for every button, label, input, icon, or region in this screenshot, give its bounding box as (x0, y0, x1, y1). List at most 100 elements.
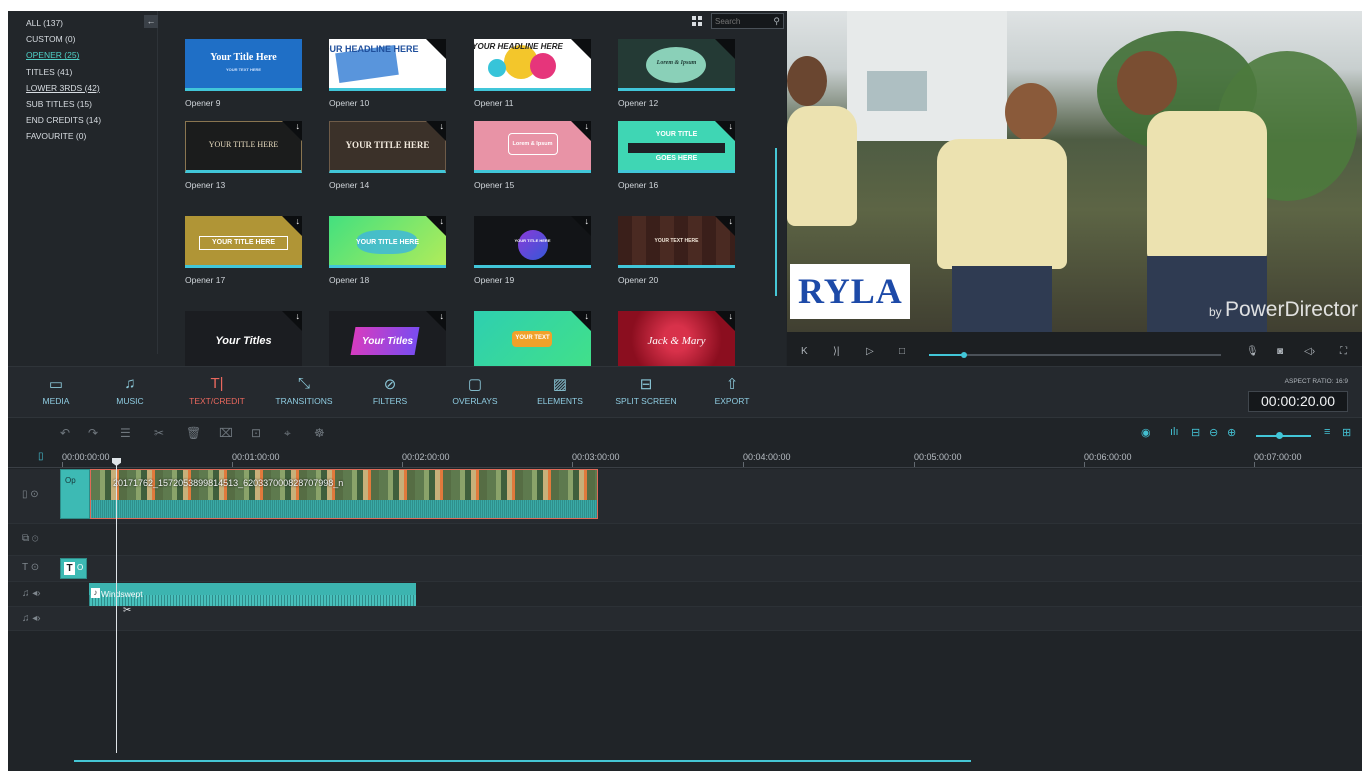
transitions-icon: ⤡ (297, 375, 310, 392)
tab-transitions[interactable]: ⤡ TRANSITIONS (270, 367, 338, 417)
audio-clip[interactable]: ♪ Windswept (89, 583, 416, 606)
video-clip[interactable]: 20171762_1572053899814513_62033700082870… (90, 469, 598, 519)
audio-mixer-icon[interactable]: ılı (1170, 426, 1179, 438)
zoom-slider-handle[interactable] (1276, 432, 1283, 439)
download-icon[interactable]: ↓ (440, 121, 445, 131)
aspect-ratio-label: ASPECT RATIO: 16:9 (1284, 378, 1348, 385)
person-pants (952, 266, 1052, 332)
category-titles[interactable]: TITLES (41) (8, 64, 157, 80)
freeze-frame-icon[interactable]: ⊡ (251, 426, 261, 440)
download-icon[interactable]: ↓ (729, 216, 734, 226)
download-icon[interactable]: ↓ (296, 121, 301, 131)
search-input[interactable] (712, 14, 768, 28)
person-center (937, 139, 1067, 269)
tab-elements[interactable]: ▨ ELEMENTS (532, 367, 588, 417)
search-icon[interactable]: ⚲ (773, 16, 780, 27)
delete-icon[interactable]: 🗑 (186, 426, 201, 440)
download-corner (715, 39, 735, 59)
tab-text-credit[interactable]: T| TEXT/CREDIT (184, 367, 250, 417)
render-preview-icon[interactable]: ◉ (1141, 426, 1151, 439)
timeline-ruler[interactable]: ▯ 00:00:00:00 00:01:00:00 00:02:00:00 00… (8, 448, 1362, 468)
preview-panel: RYLA by PowerDirector K ⟩| ▷ □ 🎙 ◙ ◁› ⛶ (787, 11, 1362, 366)
microphone-icon[interactable]: 🎙 (1246, 346, 1259, 357)
category-lower-thirds[interactable]: LOWER 3RDS (42) (8, 80, 157, 96)
cut-icon[interactable]: ✂ (154, 426, 164, 440)
download-icon[interactable]: ↓ (585, 216, 590, 226)
title-track: T ⊙ T O (8, 555, 1362, 581)
category-all[interactable]: ALL (137) (8, 15, 157, 31)
video-track: ▯ ⊙ Op 20171762_1572053899814513_6203370… (8, 469, 1362, 523)
module-tabs: ▭ MEDIA ♫ MUSIC T| TEXT/CREDIT ⤡ TRANSIT… (8, 366, 1362, 418)
audio-track-2: ♫ ◂› (8, 606, 1362, 631)
library-scrollbar[interactable] (775, 148, 777, 296)
marker-icon[interactable]: ⌖ (284, 426, 291, 441)
thumb-image: Your Title Here YOUR TEXT HERE (185, 39, 302, 91)
download-icon[interactable]: ↓ (585, 311, 590, 321)
pip-track-icon: ⧉ (22, 533, 30, 544)
download-icon[interactable]: ↓ (440, 311, 445, 321)
tab-overlays[interactable]: ▢ OVERLAYS (448, 367, 502, 417)
play-icon[interactable]: ▷ (866, 346, 874, 357)
eye-icon[interactable]: ⊙ (32, 533, 39, 544)
tab-filters[interactable]: ⊘ FILTERS (366, 367, 414, 417)
download-icon[interactable]: ↓ (296, 216, 301, 226)
playback-progress[interactable] (929, 352, 1221, 358)
fullscreen-icon[interactable]: ⛶ (1340, 346, 1347, 357)
grid-view-icon[interactable] (692, 16, 703, 27)
category-end-credits[interactable]: END CREDITS (14) (8, 112, 157, 128)
search-box[interactable]: ⚲ (711, 13, 784, 29)
stop-icon[interactable]: □ (899, 346, 905, 357)
eye-icon[interactable]: ⊙ (31, 562, 39, 573)
step-back-icon[interactable]: ⟩| (833, 346, 840, 357)
snap-icon[interactable]: ▯ (38, 451, 44, 462)
speaker-icon[interactable]: ◂› (32, 613, 40, 624)
progress-handle[interactable] (961, 352, 968, 358)
title-clip[interactable]: T O (60, 558, 87, 579)
adjust-icon[interactable]: ☰ (120, 426, 131, 440)
collapse-panel-button[interactable]: ← (144, 15, 158, 28)
video-track-icon: ▯ (22, 489, 28, 500)
scissors-cursor-icon: ✂ (123, 605, 132, 616)
tab-export[interactable]: ⇧ EXPORT (708, 367, 756, 417)
music-track-icon: ♫ (22, 588, 30, 599)
tab-music[interactable]: ♫ MUSIC (106, 367, 154, 417)
music-track-icon: ♫ (22, 613, 30, 624)
fit-timeline-icon[interactable]: ⊟ (1191, 426, 1200, 439)
download-corner (426, 39, 446, 59)
crop-icon[interactable]: ⌧ (219, 426, 233, 440)
category-favourite[interactable]: FAVOURITE (0) (8, 128, 157, 144)
category-custom[interactable]: CUSTOM (0) (8, 31, 157, 47)
undo-icon[interactable]: ↶ (60, 426, 70, 440)
download-icon[interactable]: ↓ (440, 216, 445, 226)
category-opener[interactable]: OPENER (25) (8, 47, 157, 63)
filters-icon: ⊘ (383, 376, 397, 393)
download-icon[interactable]: ↓ (729, 121, 734, 131)
color-icon[interactable]: ☸ (314, 426, 325, 440)
person-left (787, 106, 857, 226)
tab-media[interactable]: ▭ MEDIA (34, 367, 78, 417)
zoom-in-icon[interactable]: ⊕ (1227, 426, 1236, 439)
title-library: ALL (137) CUSTOM (0) OPENER (25) TITLES … (8, 11, 786, 366)
download-icon[interactable]: ↓ (729, 311, 734, 321)
zoom-out-icon[interactable]: ⊖ (1209, 426, 1218, 439)
category-list: ALL (137) CUSTOM (0) OPENER (25) TITLES … (8, 11, 158, 354)
opener-clip[interactable]: Op (60, 469, 90, 519)
video-editor-window: ALL (137) CUSTOM (0) OPENER (25) TITLES … (8, 11, 1362, 771)
zoom-slider[interactable] (1256, 435, 1311, 437)
skip-back-icon[interactable]: K (801, 346, 808, 357)
timeline-scrollbar[interactable] (74, 760, 971, 762)
grid-layout-icon[interactable]: ⊞ (1342, 426, 1351, 439)
list-view-icon[interactable]: ≡ (1324, 426, 1330, 438)
category-subtitles[interactable]: SUB TITLES (15) (8, 96, 157, 112)
snapshot-icon[interactable]: ◙ (1277, 346, 1283, 357)
eye-icon[interactable]: ⊙ (30, 489, 38, 500)
redo-icon[interactable]: ↷ (88, 426, 98, 440)
download-icon[interactable]: ↓ (585, 121, 590, 131)
download-icon[interactable]: ↓ (296, 311, 301, 321)
volume-icon[interactable]: ◁› (1304, 346, 1315, 357)
speaker-icon[interactable]: ◂› (32, 588, 40, 599)
timeline-toolbar: ↶ ↷ ☰ ✂ 🗑 ⌧ ⊡ ⌖ ☸ ◉ ılı ⊟ ⊖ ⊕ ≡ ⊞ (8, 419, 1362, 447)
tab-split-screen[interactable]: ⊟ SPLIT SCREEN (610, 367, 682, 417)
playhead-line[interactable] (116, 458, 117, 753)
window (867, 71, 927, 111)
